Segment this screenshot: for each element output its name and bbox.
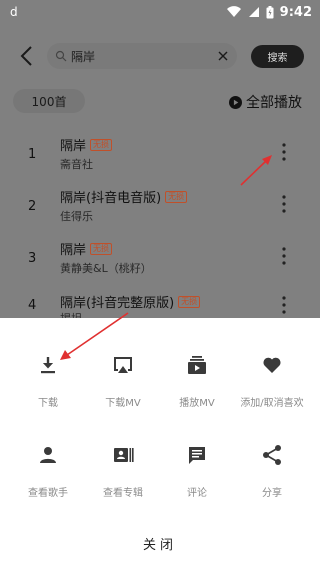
- search-icon: [55, 50, 67, 62]
- song-artist: 佳得乐: [60, 210, 93, 223]
- toggle-favorite-button[interactable]: 添加/取消喜欢: [232, 354, 312, 424]
- song-row[interactable]: 3 隔岸 无损 黄静美&L（桃籽）: [0, 237, 320, 289]
- airplay-icon: [114, 357, 132, 373]
- song-title-line: 隔岸 无损: [60, 239, 113, 258]
- comment-icon: [189, 447, 205, 464]
- song-title: 隔岸: [60, 243, 87, 258]
- song-artist: 斋音社: [60, 158, 93, 171]
- play-mv-label: 播放MV: [179, 398, 215, 409]
- status-time: 9:42: [279, 4, 312, 20]
- song-row[interactable]: 4 隔岸(抖音完整原版) 无损 揭坦: [0, 290, 320, 318]
- song-row[interactable]: 2 隔岸(抖音电音版) 无损 佳得乐: [0, 185, 320, 237]
- heart-icon: [263, 357, 281, 373]
- song-title: 隔岸(抖音完整原版): [60, 296, 175, 311]
- share-label: 分享: [262, 488, 282, 499]
- song-count-badge: 100首: [13, 89, 85, 113]
- song-index: 4: [28, 298, 37, 313]
- song-title: 隔岸(抖音电音版): [60, 191, 162, 206]
- status-icons: 9:42: [226, 5, 312, 20]
- signal-icon: [248, 7, 259, 17]
- song-title-line: 隔岸(抖音完整原版) 无损: [60, 292, 201, 311]
- more-vertical-icon[interactable]: [280, 142, 288, 162]
- song-title-line: 隔岸(抖音电音版) 无损: [60, 187, 188, 206]
- status-bar: d 9:42: [0, 0, 320, 24]
- person-icon: [40, 447, 56, 463]
- search-button[interactable]: 搜索: [251, 45, 304, 68]
- search-input[interactable]: 隔岸: [47, 43, 237, 69]
- song-row[interactable]: 1 隔岸 无损 斋音社: [0, 133, 320, 185]
- share-icon: [263, 445, 281, 465]
- song-index: 3: [28, 251, 37, 266]
- album-icon: [114, 448, 134, 462]
- lossless-badge: 无损: [90, 242, 113, 255]
- action-bottom-sheet: 下载 下载MV 播放MV 添加/取消喜欢 查看歌手 查看专辑 评论 分享 关闭: [0, 318, 320, 569]
- search-input-value: 隔岸: [71, 49, 96, 64]
- view-artist-button[interactable]: 查看歌手: [8, 444, 88, 514]
- more-vertical-icon[interactable]: [280, 246, 288, 266]
- app-notification-icon: d: [10, 5, 18, 19]
- download-mv-label: 下载MV: [105, 398, 141, 409]
- lossless-badge: 无损: [178, 295, 201, 308]
- comment-button[interactable]: 评论: [157, 444, 237, 514]
- view-album-button[interactable]: 查看专辑: [83, 444, 163, 514]
- search-header: 隔岸 搜索: [0, 38, 320, 74]
- song-artist: 揭坦: [60, 310, 82, 318]
- download-icon: [41, 357, 55, 374]
- view-album-label: 查看专辑: [103, 488, 143, 499]
- download-mv-button[interactable]: 下载MV: [83, 354, 163, 424]
- close-icon[interactable]: [217, 50, 229, 62]
- song-artist: 黄静美&L（桃籽）: [60, 262, 152, 275]
- song-index: 2: [28, 199, 37, 214]
- battery-icon: [266, 5, 274, 18]
- video-play-icon: [188, 356, 206, 374]
- close-button[interactable]: 关闭: [110, 532, 210, 554]
- comment-label: 评论: [187, 488, 207, 499]
- view-artist-label: 查看歌手: [28, 488, 68, 499]
- chevron-left-icon[interactable]: [16, 44, 40, 68]
- play-mv-button[interactable]: 播放MV: [157, 354, 237, 424]
- download-button[interactable]: 下载: [8, 354, 88, 424]
- play-all-label: 全部播放: [246, 95, 302, 111]
- play-circle-icon: [229, 95, 242, 109]
- toggle-favorite-label: 添加/取消喜欢: [240, 398, 304, 409]
- lossless-badge: 无损: [165, 190, 188, 203]
- song-title-line: 隔岸 无损: [60, 135, 113, 154]
- play-all-button[interactable]: 全部播放: [229, 92, 302, 112]
- lossless-badge: 无损: [90, 138, 113, 151]
- more-vertical-icon[interactable]: [280, 194, 288, 214]
- song-title: 隔岸: [60, 139, 87, 154]
- more-vertical-icon[interactable]: [280, 295, 288, 315]
- wifi-icon: [226, 6, 241, 18]
- download-label: 下载: [38, 398, 58, 409]
- song-index: 1: [28, 147, 37, 162]
- share-button[interactable]: 分享: [232, 444, 312, 514]
